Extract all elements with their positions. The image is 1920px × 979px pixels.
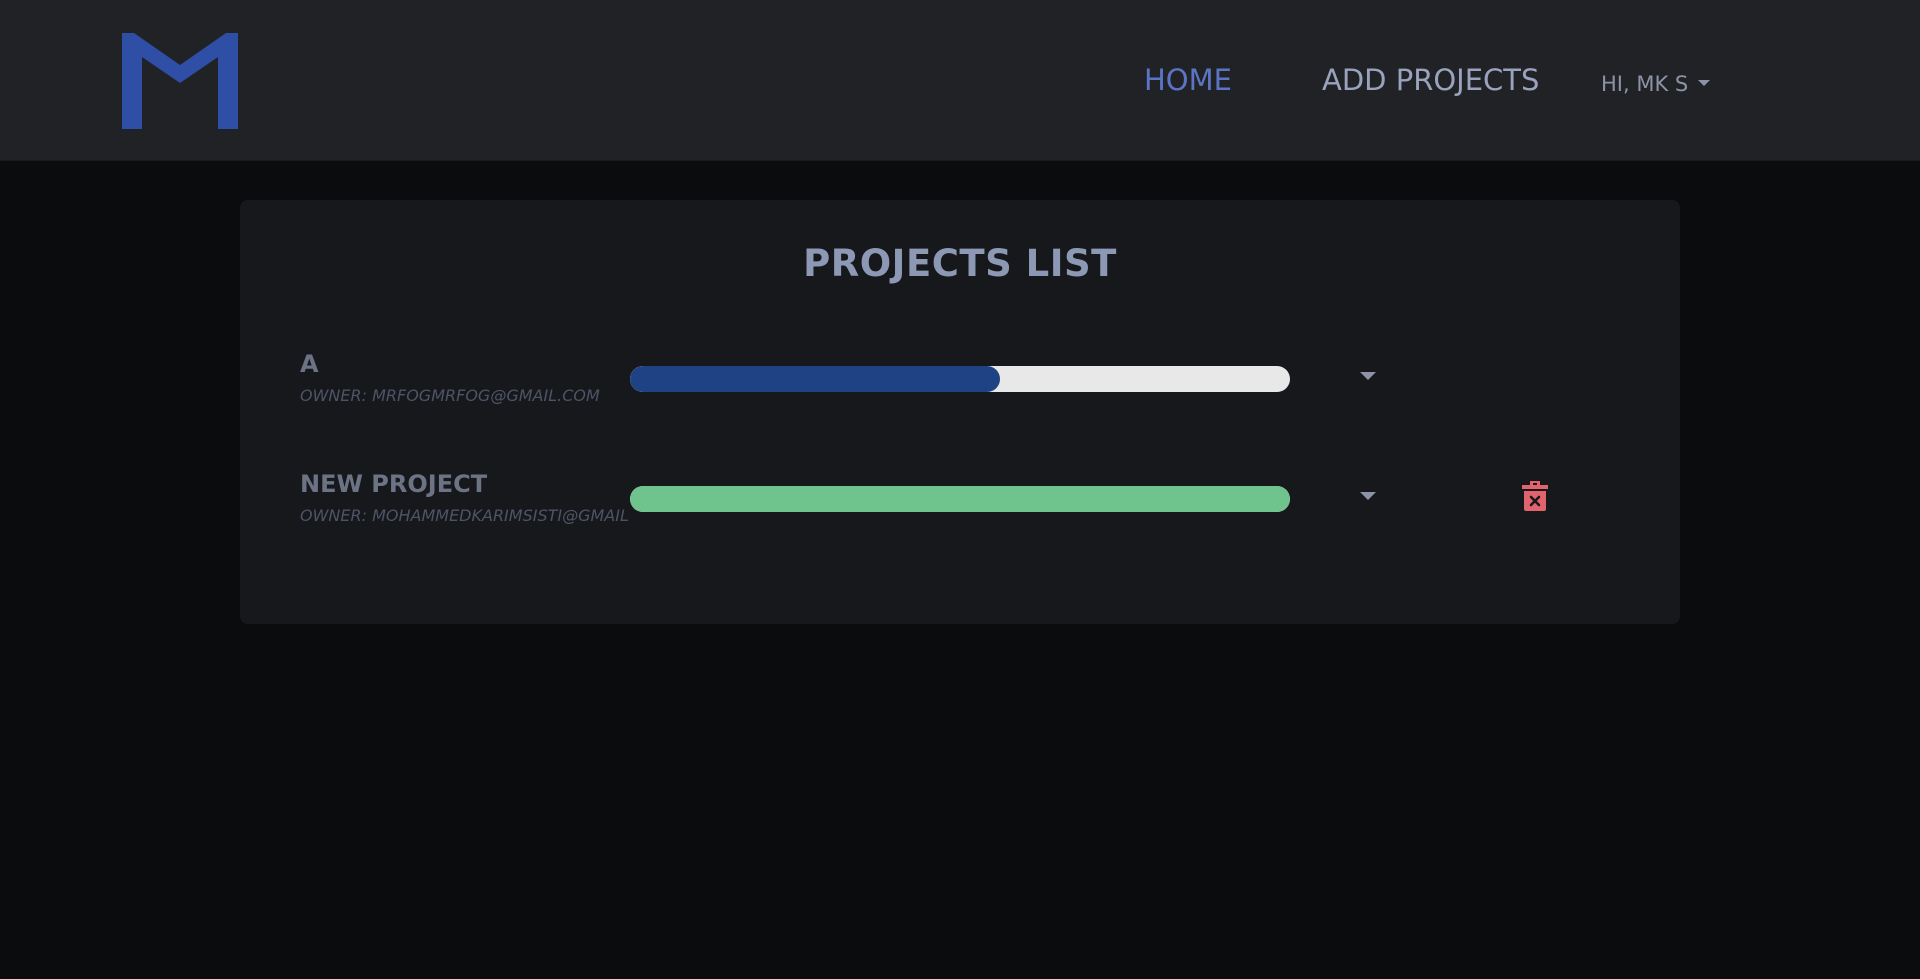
navbar: HOME ADD PROJECTS HI, MK S — [0, 0, 1920, 160]
project-row: NEW PROJECT OWNER: MOHAMMEDKARIMSISTI@GM… — [300, 470, 1640, 550]
project-row: A OWNER: MRFOGMRFOG@GMAIL.COM — [300, 350, 1640, 430]
nav-add-projects-link[interactable]: ADD PROJECTS — [1322, 62, 1539, 98]
progress-bar-fill — [630, 366, 1000, 392]
progress-bar-fill — [630, 486, 1290, 512]
nav-home-link[interactable]: HOME — [1144, 62, 1232, 98]
project-owner: OWNER: MRFOGMRFOG@GMAIL.COM — [300, 386, 600, 405]
trash-icon[interactable] — [1520, 479, 1550, 511]
chevron-down-icon — [1698, 80, 1711, 86]
progress-bar — [630, 366, 1290, 392]
project-name: NEW PROJECT — [300, 470, 488, 498]
page-title: PROJECTS LIST — [803, 242, 1117, 285]
project-owner: OWNER: MOHAMMEDKARIMSISTI@GMAIL.COM — [300, 506, 630, 525]
logo-icon[interactable] — [118, 31, 242, 131]
user-menu-dropdown[interactable]: HI, MK S — [1601, 70, 1711, 98]
projects-card: PROJECTS LIST A OWNER: MRFOGMRFOG@GMAIL.… — [240, 200, 1680, 624]
project-name: A — [300, 350, 319, 378]
expand-caret-icon[interactable] — [1360, 372, 1376, 380]
progress-bar — [630, 486, 1290, 512]
expand-caret-icon[interactable] — [1360, 492, 1376, 500]
user-greeting: HI, MK S — [1601, 72, 1689, 96]
